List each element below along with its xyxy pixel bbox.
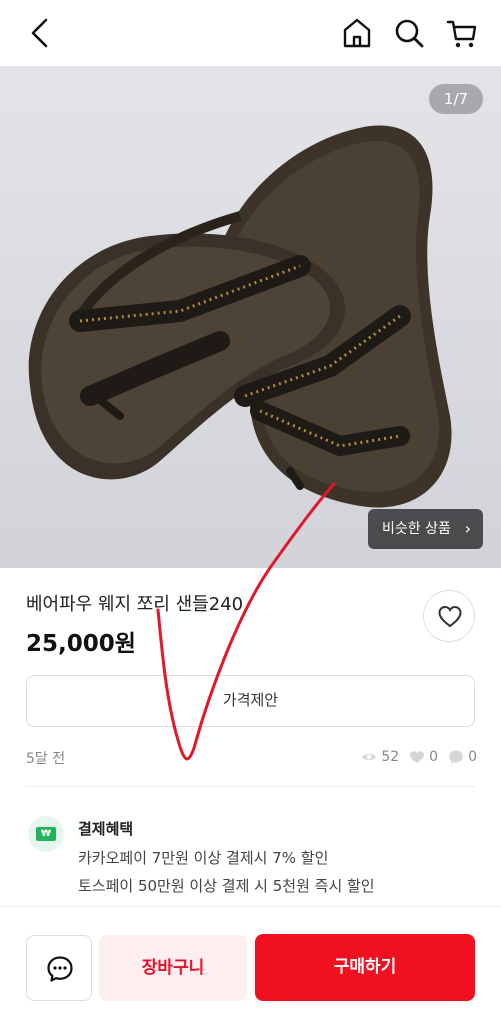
views-stat: 52 [361,749,399,765]
add-to-cart-button[interactable]: 장바구니 [99,935,247,1001]
home-icon[interactable] [340,16,374,50]
price-offer-button[interactable]: 가격제안 [26,675,475,727]
chat-bubble-icon [449,750,463,764]
cart-icon[interactable] [444,16,480,52]
chat-button[interactable] [26,935,92,1001]
benefit-line: 카카오페이 7만원 이상 결제시 7% 할인 [78,849,329,867]
views-count: 52 [381,749,400,765]
heart-icon [438,605,462,628]
card-icon: ₩ [36,827,56,841]
product-price: 25,000원 [26,631,136,657]
chevron-right-icon: › [464,519,471,538]
heart-small-icon [410,751,425,763]
posted-time: 5달 전 [26,751,66,767]
bottom-action-bar: 장바구니 구매하기 [0,906,501,1024]
sandals-image [28,125,452,508]
product-title: 베어파우 웨지 쪼리 샌들240 [26,594,244,615]
product-photo[interactable]: 1/7 비슷한 상품 › [0,66,501,568]
similar-products-label: 비슷한 상품 [382,521,451,537]
eye-icon [362,754,377,760]
section-divider [26,786,475,787]
top-bar [0,0,501,66]
payment-benefit-icon: ₩ [28,816,64,852]
likes-count: 0 [429,749,439,765]
image-counter: 1/7 [429,84,483,114]
chat-icon [47,956,73,982]
buy-now-button[interactable]: 구매하기 [255,934,475,1001]
product-stats: 52 0 0 [355,746,477,768]
similar-products-button[interactable]: 비슷한 상품 › [368,509,483,549]
chats-count: 0 [468,749,477,765]
chats-stat: 0 [448,749,477,765]
back-icon[interactable] [22,14,58,52]
search-icon[interactable] [392,16,426,50]
benefit-title: 결제혜택 [78,820,134,838]
like-button[interactable] [423,590,475,642]
likes-stat: 0 [409,749,438,765]
benefit-line: 토스페이 50만원 이상 결제 시 5천원 즉시 할인 [78,877,375,895]
